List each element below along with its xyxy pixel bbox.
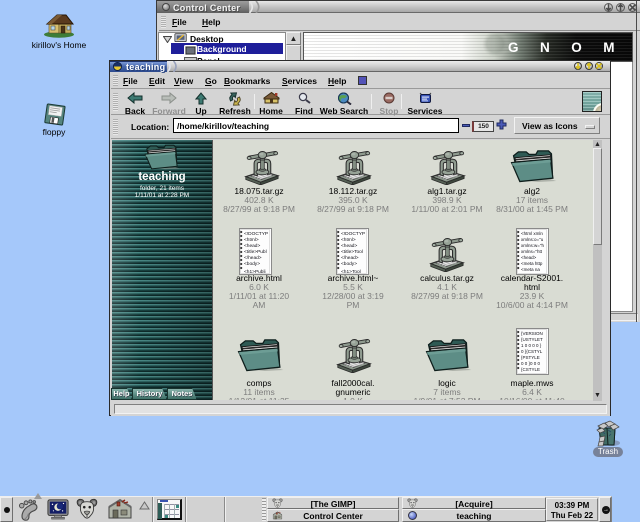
svg-text:1 0 0 0 0 }: 1 0 0 0 0 } xyxy=(521,343,542,348)
svg-text:<!DOCTYP: <!DOCTYP xyxy=(244,231,268,237)
svg-text:xmlns="htt: xmlns="htt xyxy=(521,249,543,254)
svg-text:<title>Publ: <title>Publ xyxy=(244,249,267,255)
svg-text:<body>: <body> xyxy=(341,261,357,267)
svg-text:<html>: <html> xyxy=(244,237,259,243)
svg-text:</head>: </head> xyxy=(244,255,262,261)
svg-text:<head>: <head> xyxy=(521,255,537,260)
svg-text:<html xmln: <html xmln xyxy=(521,231,543,236)
svg-text:<!DOCTYP: <!DOCTYP xyxy=(341,231,365,237)
svg-text:{VERSION: {VERSION xyxy=(521,331,543,336)
svg-text:</head>: </head> xyxy=(341,255,359,261)
svg-text:<head>: <head> xyxy=(341,243,357,249)
svg-text:<body>: <body> xyxy=(244,261,260,267)
svg-text:{CSTYLE: {CSTYLE xyxy=(521,367,540,372)
svg-text:<title>Tool: <title>Tool xyxy=(341,249,363,255)
svg-text:xmlns:w="h: xmlns:w="h xyxy=(521,243,544,248)
svg-text:<meta http: <meta http xyxy=(521,261,543,266)
svg-text:<head>: <head> xyxy=(244,243,260,249)
svg-text:<html>: <html> xyxy=(341,237,356,243)
svg-text:0 0 }0 0 0: 0 0 }0 0 0 xyxy=(521,361,541,366)
svg-text:<meta na: <meta na xyxy=(521,267,540,272)
svg-text:xmlns:o="u: xmlns:o="u xyxy=(521,237,544,242)
svg-text:0 }{CSTYL: 0 }{CSTYL xyxy=(521,349,543,354)
svg-text:{USTYLET: {USTYLET xyxy=(521,337,543,342)
svg-text:{PSTYLE: {PSTYLE xyxy=(521,355,540,360)
